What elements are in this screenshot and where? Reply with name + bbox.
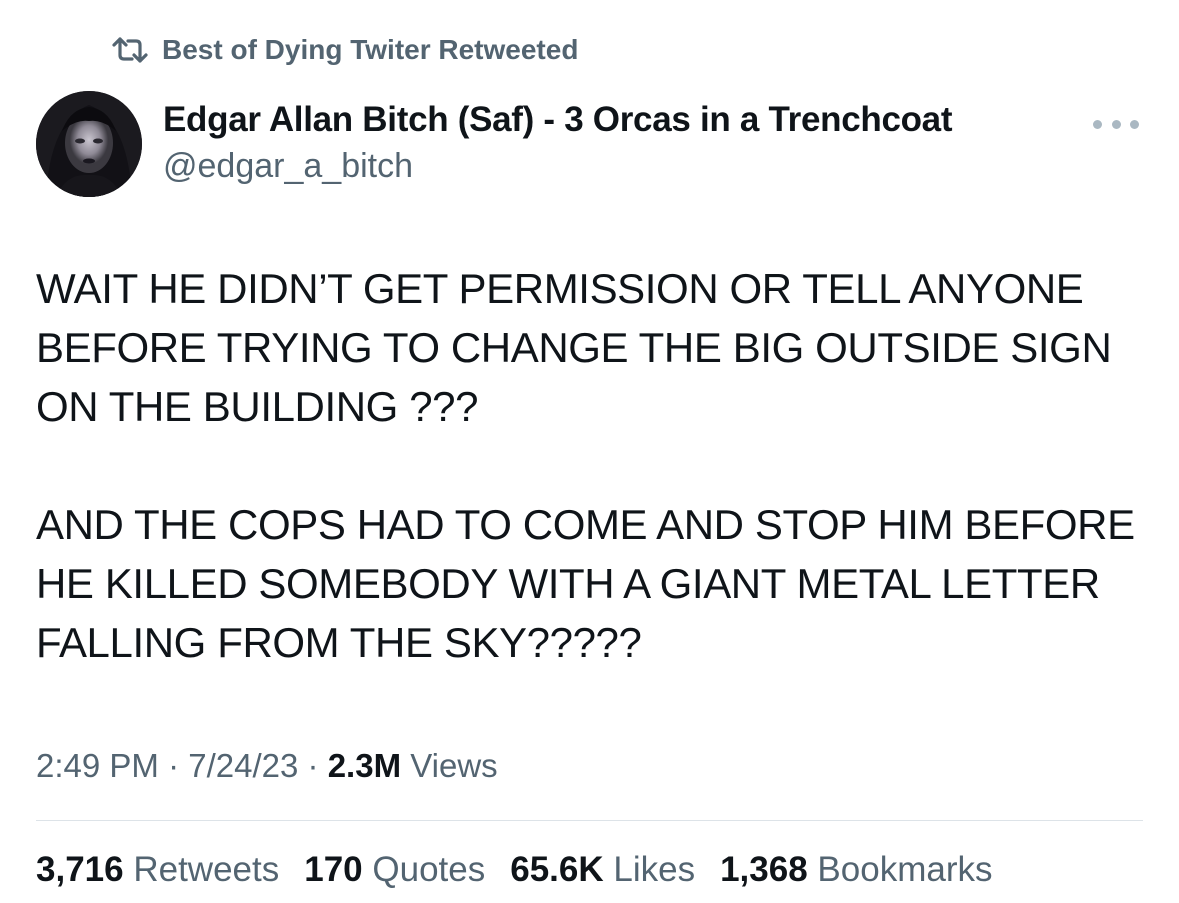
- retweet-context[interactable]: Best of Dying Twiter Retweeted: [110, 30, 578, 70]
- likes-label: Likes: [613, 850, 696, 889]
- more-options-icon: [1093, 119, 1102, 129]
- tweet-line: FALLING FROM THE SKY?????: [36, 619, 642, 666]
- likes-stat[interactable]: 65.6K Likes: [510, 846, 695, 894]
- divider: [36, 820, 1143, 821]
- likes-count: 65.6K: [510, 850, 604, 889]
- meta-separator: ·: [307, 747, 319, 784]
- tweet-date[interactable]: 7/24/23: [188, 747, 298, 784]
- retweets-label: Retweets: [133, 850, 280, 889]
- bookmarks-stat[interactable]: 1,368 Bookmarks: [720, 846, 992, 894]
- retweets-stat[interactable]: 3,716 Retweets: [36, 846, 279, 894]
- tweet-stats: 3,716 Retweets 170 Quotes 65.6K Likes 1,…: [36, 846, 1017, 894]
- tweet-line: ON THE BUILDING ???: [36, 383, 479, 430]
- tweet-line: AND THE COPS HAD TO COME AND STOP HIM BE…: [36, 501, 1135, 548]
- more-options-button[interactable]: [1093, 110, 1139, 138]
- bookmarks-label: Bookmarks: [817, 850, 993, 889]
- more-options-dot: [1130, 119, 1139, 129]
- tweet-meta: 2:49 PM · 7/24/23 · 2.3M Views: [36, 742, 498, 790]
- more-options-dot: [1111, 119, 1121, 129]
- tweet-line: HE KILLED SOMEBODY WITH A GIANT METAL LE…: [36, 560, 1100, 607]
- retweet-icon: [110, 35, 150, 65]
- views-label: Views: [410, 747, 498, 784]
- tweet-time[interactable]: 2:49 PM: [36, 747, 159, 784]
- avatar-image: [36, 91, 142, 197]
- avatar[interactable]: [36, 91, 142, 197]
- bookmarks-count: 1,368: [720, 850, 808, 889]
- author-display-name[interactable]: Edgar Allan Bitch (Saf) - 3 Orcas in a T…: [163, 98, 953, 142]
- tweet-line: WAIT HE DIDN’T GET PERMISSION OR TELL AN…: [36, 265, 1084, 312]
- author-info[interactable]: Edgar Allan Bitch (Saf) - 3 Orcas in a T…: [163, 98, 953, 188]
- views-count[interactable]: 2.3M: [328, 747, 401, 784]
- retweet-context-text: Best of Dying Twiter Retweeted: [162, 34, 579, 65]
- quotes-stat[interactable]: 170 Quotes: [304, 846, 485, 894]
- quotes-count: 170: [304, 850, 363, 889]
- tweet-line: BEFORE TRYING TO CHANGE THE BIG OUTSIDE …: [36, 324, 1112, 371]
- author-handle[interactable]: @edgar_a_bitch: [163, 144, 952, 188]
- retweets-count: 3,716: [36, 850, 124, 889]
- quotes-label: Quotes: [372, 850, 486, 889]
- meta-separator: ·: [168, 747, 180, 784]
- tweet-text: WAIT HE DIDN’T GET PERMISSION OR TELL AN…: [36, 259, 1136, 672]
